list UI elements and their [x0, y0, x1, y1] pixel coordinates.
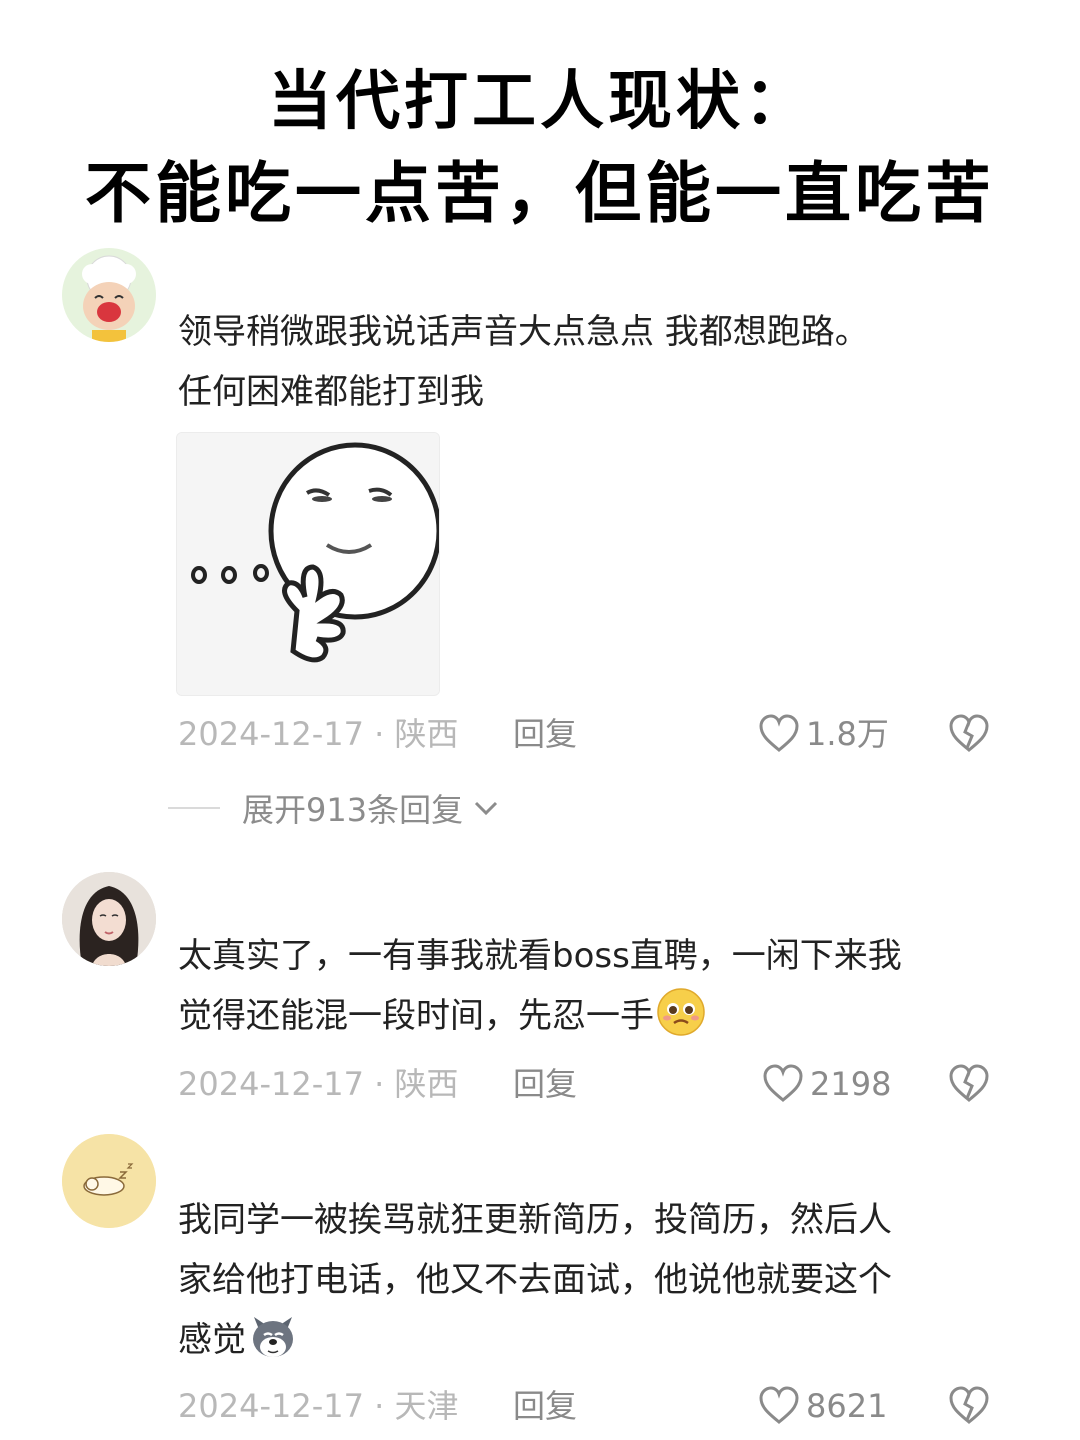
thinking-face-sticker-icon — [177, 433, 439, 695]
like-count: 1.8万 — [806, 715, 889, 753]
comment-location: 陕西 — [394, 1065, 459, 1103]
comment-location: 陕西 — [394, 715, 459, 753]
comment-text-span: 感觉 — [178, 1320, 246, 1360]
heart-icon — [763, 1064, 803, 1102]
comment-location: 天津 — [394, 1387, 459, 1425]
expand-replies-label: 展开913条回复 — [242, 791, 464, 829]
comment-date-location: 2024-12-17 · 天津 — [178, 1387, 459, 1425]
dislike-button[interactable] — [948, 714, 990, 765]
like-button[interactable]: 8621 — [758, 1384, 887, 1428]
dislike-button[interactable] — [948, 1386, 990, 1437]
broken-heart-icon — [949, 714, 989, 752]
comment-meta: 2024-12-17 · 陕西 回复 1.8万 — [178, 712, 1008, 756]
chevron-down-icon — [475, 801, 498, 816]
comment-text-line: 家给他打电话，他又不去面试，他说他就要这个 — [178, 1260, 892, 1300]
broken-heart-icon — [949, 1064, 989, 1102]
comment-text-line: 感觉 — [178, 1310, 1008, 1370]
comment-date-location: 2024-12-17 · 陕西 — [178, 715, 459, 753]
comment-text-line: 我同学一被挨骂就狂更新简历，投简历，然后人 — [178, 1200, 892, 1240]
comment-date: 2024-12-17 — [178, 715, 364, 753]
comment-text-span: 觉得还能混一段时间，先忍一手 — [178, 996, 654, 1036]
comment-text-line: 太真实了，一有事我就看boss直聘，一闲下来我 — [178, 936, 902, 976]
like-button[interactable]: 2198 — [762, 1062, 891, 1106]
comment-meta: 2024-12-17 · 天津 回复 8621 — [178, 1384, 1008, 1428]
headline-line-1: 当代打工人现状： — [268, 65, 812, 139]
heart-icon — [759, 714, 799, 752]
avatar[interactable] — [62, 1134, 156, 1228]
comment-text-line: 觉得还能混一段时间，先忍一手 — [178, 986, 1008, 1046]
sleeping-animal-avatar-icon — [62, 1134, 156, 1228]
comment-text: 领导稍微跟我说话声音大点急点 我都想跑路。 任何困难都能打到我 — [178, 302, 1008, 422]
like-count: 2198 — [810, 1065, 892, 1103]
dislike-button[interactable] — [948, 1064, 990, 1115]
comment-text: 我同学一被挨骂就狂更新简历，投简历，然后人 家给他打电话，他又不去面试，他说他就… — [178, 1190, 1008, 1370]
comment-text-line: 任何困难都能打到我 — [178, 372, 484, 412]
reply-button[interactable]: 回复 — [513, 712, 577, 756]
comment-sticker[interactable] — [176, 432, 440, 696]
comment-date-location: 2024-12-17 · 陕西 — [178, 1065, 459, 1103]
woman-portrait-avatar-icon — [62, 872, 156, 966]
heart-icon — [759, 1386, 799, 1424]
broken-heart-icon — [949, 1386, 989, 1424]
crying-sheep-avatar-icon — [62, 248, 156, 342]
like-button[interactable]: 1.8万 — [758, 712, 889, 756]
comment-meta: 2024-12-17 · 陕西 回复 2198 — [178, 1062, 1008, 1106]
avatar[interactable] — [62, 248, 156, 342]
expand-replies-button[interactable]: 展开913条回复 — [168, 786, 499, 830]
headline-line-2: 不能吃一点苦，但能一直吃苦 — [85, 155, 995, 232]
comment-text: 太真实了，一有事我就看boss直聘，一闲下来我 觉得还能混一段时间，先忍一手 — [178, 926, 1008, 1046]
comment-text-line: 领导稍微跟我说话声音大点急点 我都想跑路。 — [178, 312, 869, 352]
dog-face-emoji-icon — [253, 1317, 293, 1357]
comment-date: 2024-12-17 — [178, 1387, 364, 1425]
reply-button[interactable]: 回复 — [513, 1384, 577, 1428]
divider — [168, 807, 220, 809]
comment-date: 2024-12-17 — [178, 1065, 364, 1103]
like-count: 8621 — [806, 1387, 888, 1425]
reply-button[interactable]: 回复 — [513, 1062, 577, 1106]
pleading-face-emoji-icon — [657, 988, 705, 1036]
avatar[interactable] — [62, 872, 156, 966]
